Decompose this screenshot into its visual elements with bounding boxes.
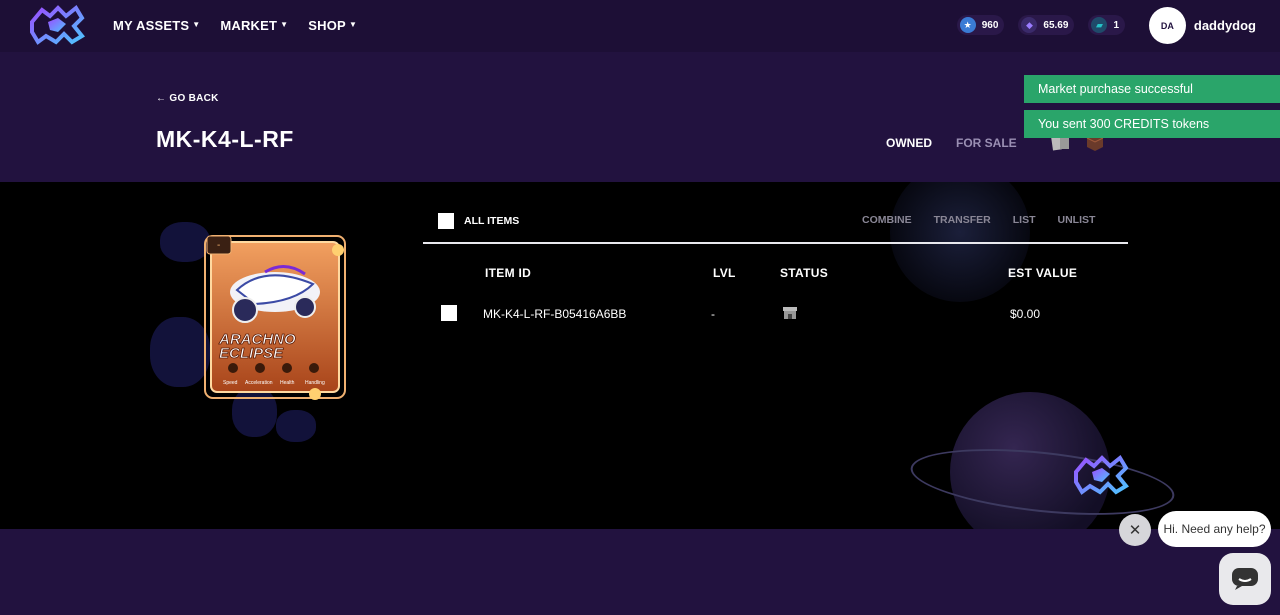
unlist-button[interactable]: UNLIST <box>1058 214 1096 226</box>
asteroid-decoration <box>276 410 316 442</box>
chevron-down-icon: ▼ <box>348 20 358 29</box>
column-header-item-id: ITEM ID <box>485 266 532 280</box>
select-all[interactable]: ALL ITEMS <box>438 213 519 229</box>
transfer-button[interactable]: TRANSFER <box>934 214 991 226</box>
card-stat-health: Health <box>280 380 295 386</box>
tab-owned[interactable]: OWNED <box>886 136 932 150</box>
ticket-icon: ▰ <box>1091 17 1108 33</box>
go-back-link[interactable]: ← GO BACK <box>156 93 219 104</box>
gem-icon: ◆ <box>1021 17 1038 33</box>
card-stat-handling: Handling <box>305 380 325 386</box>
card-stat-acceleration: Acceleration <box>245 380 273 386</box>
username[interactable]: daddydog <box>1194 18 1256 33</box>
top-navbar: MY ASSETS ▼ MARKET ▼ SHOP ▼ ★ 960 ◆ 65.69 ▰ 1 … <box>0 0 1280 52</box>
menu-label: SHOP <box>308 18 346 33</box>
chat-icon <box>1232 568 1258 590</box>
chevron-down-icon: ▼ <box>280 20 289 29</box>
combine-button[interactable]: COMBINE <box>862 214 912 226</box>
star-coin-icon: ★ <box>959 17 976 33</box>
brand-watermark-icon <box>1074 455 1129 495</box>
close-icon: ✕ <box>1128 522 1142 539</box>
svg-text:-: - <box>217 240 220 251</box>
divider <box>423 242 1128 244</box>
avatar[interactable]: DA <box>1148 7 1186 44</box>
balance-gems: ◆ 65.69 <box>1018 15 1075 35</box>
toast-purchase-success[interactable]: Market purchase successful <box>1024 75 1280 103</box>
page-title: MK-K4-L-RF <box>156 126 294 152</box>
menu-label: MY ASSETS <box>113 18 190 33</box>
column-header-status: STATUS <box>780 266 829 280</box>
menu-market[interactable]: MARKET ▼ <box>220 18 288 33</box>
item-est-value: $0.00 <box>1010 307 1041 321</box>
page-footer <box>0 529 1280 615</box>
row-checkbox[interactable] <box>441 305 457 321</box>
balance-tickets: ▰ 1 <box>1088 15 1125 35</box>
menu-my-assets[interactable]: MY ASSETS ▼ <box>113 18 200 33</box>
assets-panel: - ARACHNO ECLIPSE Speed Acceleration Hea… <box>0 182 1280 529</box>
chat-prompt-bubble[interactable]: Hi. Need any help? <box>1158 511 1271 547</box>
list-button[interactable]: LIST <box>1013 214 1036 226</box>
balance-value: 960 <box>981 19 999 31</box>
card-stat-speed: Speed <box>223 380 238 386</box>
select-all-checkbox[interactable] <box>438 213 454 229</box>
storefront-icon <box>783 307 797 319</box>
item-lvl: - <box>711 307 715 321</box>
user-menu[interactable]: DA daddydog <box>1148 7 1256 44</box>
chat-close-button[interactable]: ✕ <box>1119 514 1151 546</box>
brand-logo-icon[interactable] <box>28 4 86 46</box>
chevron-down-icon: ▼ <box>192 20 201 29</box>
item-id: MK-K4-L-RF-B05416A6BB <box>483 307 627 321</box>
balance-stars: ★ 960 <box>956 15 1005 35</box>
column-header-est-value: EST VALUE <box>1008 266 1078 280</box>
menu-label: MARKET <box>220 18 278 33</box>
card-name-line2: ECLIPSE <box>219 345 284 362</box>
table-row[interactable]: MK-K4-L-RF-B05416A6BB - $0.00 <box>0 302 1280 324</box>
tab-for-sale[interactable]: FOR SALE <box>956 136 1017 150</box>
menu-shop[interactable]: SHOP ▼ <box>308 18 357 33</box>
balance-value: 65.69 <box>1043 19 1069 31</box>
toast-tokens-sent[interactable]: You sent 300 CREDITS tokens <box>1024 110 1280 138</box>
select-all-label: ALL ITEMS <box>464 215 520 227</box>
chat-launcher-button[interactable] <box>1219 553 1271 605</box>
balance-value: 1 <box>1113 19 1119 31</box>
column-header-lvl: LVL <box>713 266 736 280</box>
